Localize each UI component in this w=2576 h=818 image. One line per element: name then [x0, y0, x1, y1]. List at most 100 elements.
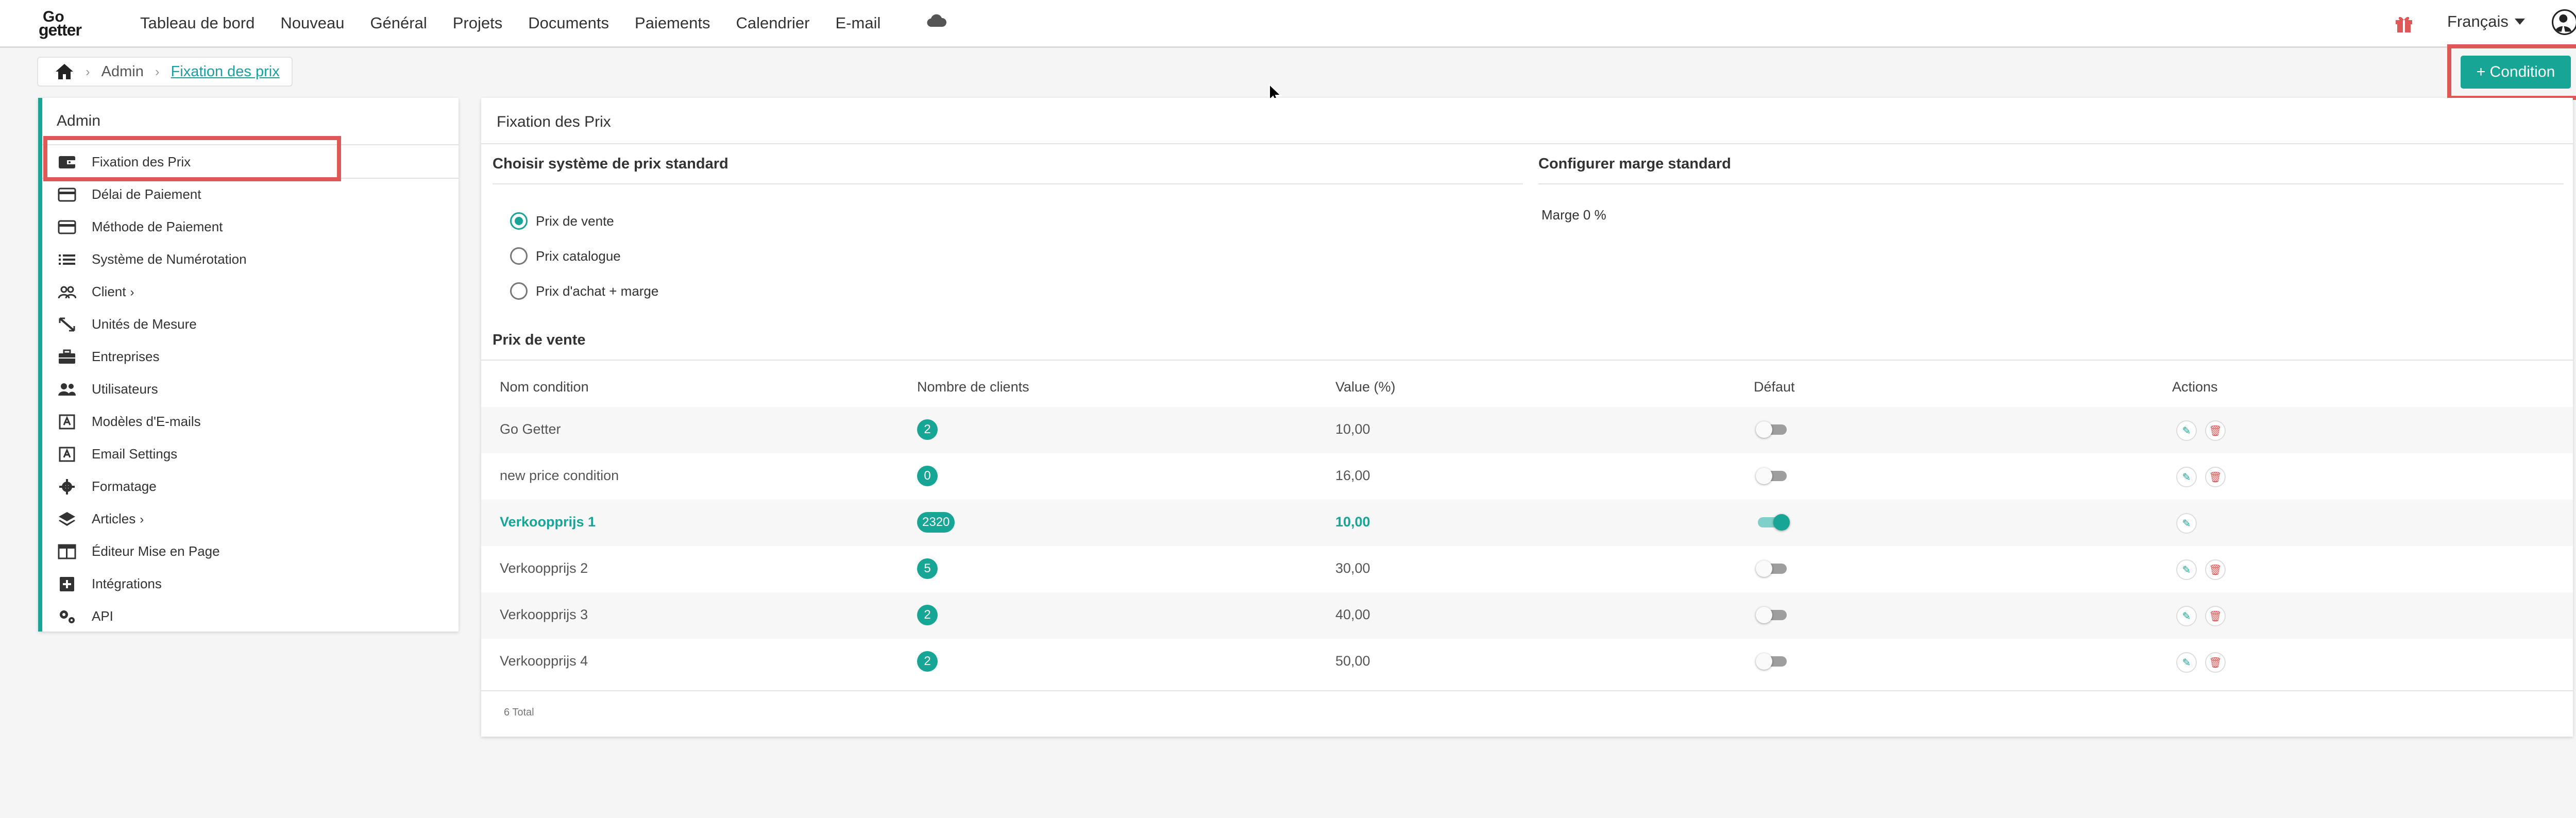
sidebar-item-delai-de-paiement[interactable]: Délai de Paiement	[42, 178, 459, 210]
column-defaut[interactable]: Défaut	[1754, 379, 1795, 395]
layout-icon	[58, 544, 76, 559]
default-toggle[interactable]	[1756, 607, 1789, 623]
table-row[interactable]: Verkoopprijs 4 2 50,00 ✎ 🗑	[481, 639, 2573, 685]
breadcrumb-admin[interactable]: Admin	[101, 63, 144, 80]
sidebar-item-label: Délai de Paiement	[92, 186, 201, 202]
column-nom-condition[interactable]: Nom condition	[500, 379, 589, 395]
nav-projets[interactable]: Projets	[453, 14, 502, 32]
clients-badge: 2	[917, 419, 938, 440]
radio-button[interactable]	[510, 282, 528, 300]
nav-calendrier[interactable]: Calendrier	[736, 14, 809, 32]
sidebar-item-articles[interactable]: Articles ›	[42, 503, 459, 535]
breadcrumb: › Admin › Fixation des prix	[37, 57, 293, 87]
column-nombre-de-clients[interactable]: Nombre de clients	[917, 379, 1029, 395]
caret-down-icon	[2514, 19, 2525, 25]
trash-icon[interactable]: 🗑	[2205, 606, 2226, 626]
row-value: 30,00	[1335, 560, 1370, 576]
sidebar-item-methode-de-paiement[interactable]: Méthode de Paiement	[42, 211, 459, 243]
cloud-icon[interactable]	[926, 13, 947, 28]
row-name: new price condition	[500, 468, 619, 483]
column-actions: Actions	[2172, 379, 2218, 395]
home-icon[interactable]	[55, 63, 74, 80]
table-row[interactable]: new price condition 0 16,00 ✎ 🗑	[481, 453, 2573, 500]
table-row[interactable]: Verkoopprijs 1 2320 10,00 ✎	[481, 500, 2573, 546]
sidebar-item-label: Formatage	[92, 478, 157, 494]
nav-general[interactable]: Général	[370, 14, 427, 32]
gogetter-logo[interactable]: Go getter	[39, 7, 111, 39]
sidebar-item-text: Articles	[92, 510, 136, 526]
radio-button[interactable]	[510, 247, 528, 265]
trash-icon[interactable]: 🗑	[2205, 652, 2226, 673]
edit-icon[interactable]: ✎	[2176, 467, 2197, 487]
edit-icon[interactable]: ✎	[2176, 652, 2197, 673]
default-toggle[interactable]	[1756, 468, 1789, 484]
column-value[interactable]: Value (%)	[1335, 379, 1396, 395]
edit-icon[interactable]: ✎	[2176, 420, 2197, 441]
sidebar-item-label: Modèles d'E-mails	[92, 413, 201, 429]
language-label: Français	[2447, 12, 2509, 30]
sidebar-item-modeles-d-e-mails[interactable]: Modèles d'E-mails	[42, 405, 459, 437]
clients-badge: 2	[917, 651, 938, 672]
table-row[interactable]: Verkoopprijs 2 5 30,00 ✎ 🗑	[481, 546, 2573, 592]
default-toggle[interactable]	[1756, 653, 1789, 670]
users-icon	[58, 383, 76, 396]
sidebar-item-utilisateurs[interactable]: Utilisateurs	[42, 373, 459, 405]
radio-prix-de-vente[interactable]: Prix de vente	[510, 212, 614, 230]
nav-paiements[interactable]: Paiements	[635, 14, 710, 32]
table-total: 6 Total	[504, 707, 534, 718]
radio-button-selected[interactable]	[510, 212, 528, 230]
default-toggle[interactable]	[1756, 560, 1789, 577]
table-footer-divider	[481, 690, 2573, 691]
trash-icon[interactable]: 🗑	[2205, 559, 2226, 580]
avatar-icon[interactable]	[2552, 9, 2576, 35]
default-toggle[interactable]	[1756, 514, 1790, 531]
breadcrumb-separator-icon: ›	[155, 63, 160, 79]
sidebar-item-api[interactable]: API	[42, 600, 459, 632]
nav-nouveau[interactable]: Nouveau	[280, 14, 344, 32]
panel-divider	[481, 143, 2573, 144]
breadcrumb-fixation-des-prix[interactable]: Fixation des prix	[171, 63, 280, 80]
card-icon	[58, 188, 76, 202]
sidebar-item-text: Client	[92, 283, 126, 299]
clients-badge: 0	[917, 466, 938, 486]
sidebar-item-systeme-de-numerotation[interactable]: Système de Numérotation	[42, 243, 459, 275]
default-toggle[interactable]	[1756, 421, 1789, 438]
radio-prix-achat-marge[interactable]: Prix d'achat + marge	[510, 282, 658, 300]
sidebar-item-editeur-mise-en-page[interactable]: Éditeur Mise en Page	[42, 535, 459, 567]
edit-icon[interactable]: ✎	[2176, 559, 2197, 580]
template-icon	[59, 414, 75, 430]
nav-email[interactable]: E-mail	[836, 14, 881, 32]
nav-tableau-de-bord[interactable]: Tableau de bord	[140, 14, 255, 32]
radio-label: Prix d'achat + marge	[536, 283, 659, 299]
table-row[interactable]: Go Getter 2 10,00 ✎ 🗑	[481, 407, 2573, 453]
edit-icon[interactable]: ✎	[2176, 513, 2197, 534]
row-value: 10,00	[1335, 514, 1370, 530]
sidebar-item-entreprises[interactable]: Entreprises	[42, 340, 459, 372]
sidebar-item-label: API	[92, 608, 113, 624]
edit-icon[interactable]: ✎	[2176, 606, 2197, 626]
sidebar-item-label: Client ›	[92, 284, 134, 300]
card-icon	[58, 220, 76, 234]
gift-icon[interactable]	[2394, 13, 2414, 33]
top-navbar: Go getter Tableau de bord Nouveau Généra…	[0, 0, 2576, 48]
section-divider	[1538, 183, 2564, 184]
trash-icon[interactable]: 🗑	[2205, 467, 2226, 487]
radio-prix-catalogue[interactable]: Prix catalogue	[510, 247, 621, 265]
table-row[interactable]: Verkoopprijs 3 2 40,00 ✎ 🗑	[481, 592, 2573, 639]
sidebar-item-integrations[interactable]: Intégrations	[42, 568, 459, 600]
sidebar-item-label: Unités de Mesure	[92, 316, 197, 332]
highlight-condition-button	[2447, 44, 2576, 100]
gear-icon	[59, 479, 75, 495]
plus-box-icon	[60, 577, 74, 591]
row-name: Verkoopprijs 4	[500, 653, 588, 669]
nav-documents[interactable]: Documents	[528, 14, 609, 32]
sidebar-item-email-settings[interactable]: Email Settings	[42, 438, 459, 470]
language-select[interactable]: Français	[2447, 12, 2525, 31]
sidebar-item-unites-de-mesure[interactable]: Unités de Mesure	[42, 308, 459, 340]
trash-icon[interactable]: 🗑	[2205, 420, 2226, 441]
sidebar-item-label: Éditeur Mise en Page	[92, 543, 220, 559]
highlight-fixation-des-prix	[43, 136, 341, 181]
sidebar-item-client[interactable]: Client ›	[42, 276, 459, 308]
sidebar-item-label: Méthode de Paiement	[92, 218, 223, 234]
sidebar-item-formatage[interactable]: Formatage	[42, 470, 459, 502]
